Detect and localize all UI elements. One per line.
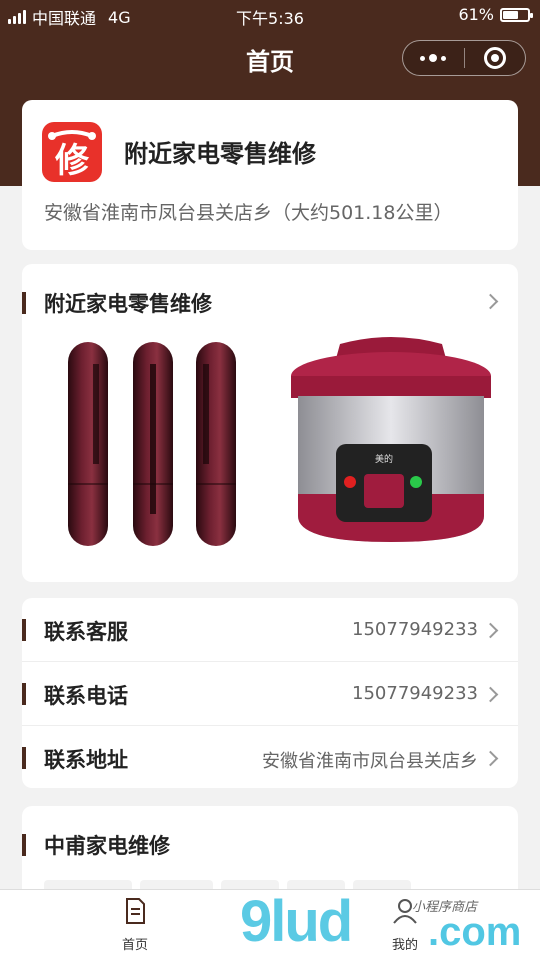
tab-mine[interactable]: 我的: [345, 896, 465, 953]
battery-level: [503, 10, 518, 19]
status-bar: 中国联通 4G 下午5:36 61%: [0, 0, 540, 30]
battery-percent: 61%: [458, 5, 494, 24]
contact-value: 15077949233: [352, 683, 478, 704]
shop-name: 附近家电零售维修: [124, 140, 316, 168]
section-accent-bar: [22, 834, 26, 856]
tab-bar: 首页 我的: [0, 889, 540, 960]
miniprogram-capsule: [402, 40, 526, 76]
tab-label: 首页: [121, 938, 148, 953]
navigation-bar: 首页: [0, 30, 540, 86]
row-accent-bar: [22, 619, 26, 641]
contact-label: 联系客服: [44, 620, 128, 644]
battery-icon: [500, 7, 533, 22]
shop-logo: 修: [42, 122, 102, 182]
document-icon: [126, 898, 145, 924]
contact-row-address[interactable]: 联系地址 安徽省淮南市凤台县关店乡: [22, 726, 518, 790]
logo-char: 修: [54, 141, 90, 181]
contact-value: 安徽省淮南市凤台县关店乡: [262, 751, 478, 772]
contact-row-service[interactable]: 联系客服 15077949233: [22, 598, 518, 662]
close-miniprogram-button[interactable]: [464, 41, 525, 75]
contact-row-phone[interactable]: 联系电话 15077949233: [22, 662, 518, 726]
chevron-right-icon: [482, 622, 499, 639]
user-icon: [393, 899, 417, 924]
chevron-right-icon: [482, 750, 499, 767]
repair-section-title: 中甫家电维修: [44, 834, 170, 858]
more-button[interactable]: [403, 41, 464, 75]
tab-label: 我的: [391, 938, 418, 953]
target-icon: [483, 47, 506, 69]
contact-value: 15077949233: [352, 619, 478, 640]
chevron-right-icon: [482, 293, 499, 310]
section-accent-bar: [22, 292, 26, 314]
shop-address: 安徽省淮南市凤台县关店乡（大约501.18公里）: [44, 202, 453, 224]
wrench-logo-icon: 修: [48, 130, 96, 181]
rice-cooker-image[interactable]: 美的: [284, 334, 498, 554]
product-section-title: 附近家电零售维修: [44, 292, 212, 316]
tab-home[interactable]: 首页: [75, 896, 195, 953]
row-accent-bar: [22, 747, 26, 769]
contact-label: 联系地址: [44, 748, 128, 772]
cooker-brand: 美的: [375, 453, 393, 465]
more-dots-icon: [420, 54, 447, 62]
status-right: 61%: [458, 5, 533, 24]
product-card: 附近家电零售维修 美的: [22, 264, 518, 582]
product-section-header[interactable]: 附近家电零售维修: [22, 278, 518, 328]
row-accent-bar: [22, 683, 26, 705]
air-conditioner-image[interactable]: [62, 334, 252, 554]
contact-card: 联系客服 15077949233 联系电话 15077949233 联系地址 安…: [22, 598, 518, 788]
chevron-right-icon: [482, 686, 499, 703]
shop-card: 修 附近家电零售维修 安徽省淮南市凤台县关店乡（大约501.18公里）: [22, 100, 518, 250]
repair-section-header: 中甫家电维修: [22, 820, 518, 870]
contact-label: 联系电话: [44, 684, 128, 708]
